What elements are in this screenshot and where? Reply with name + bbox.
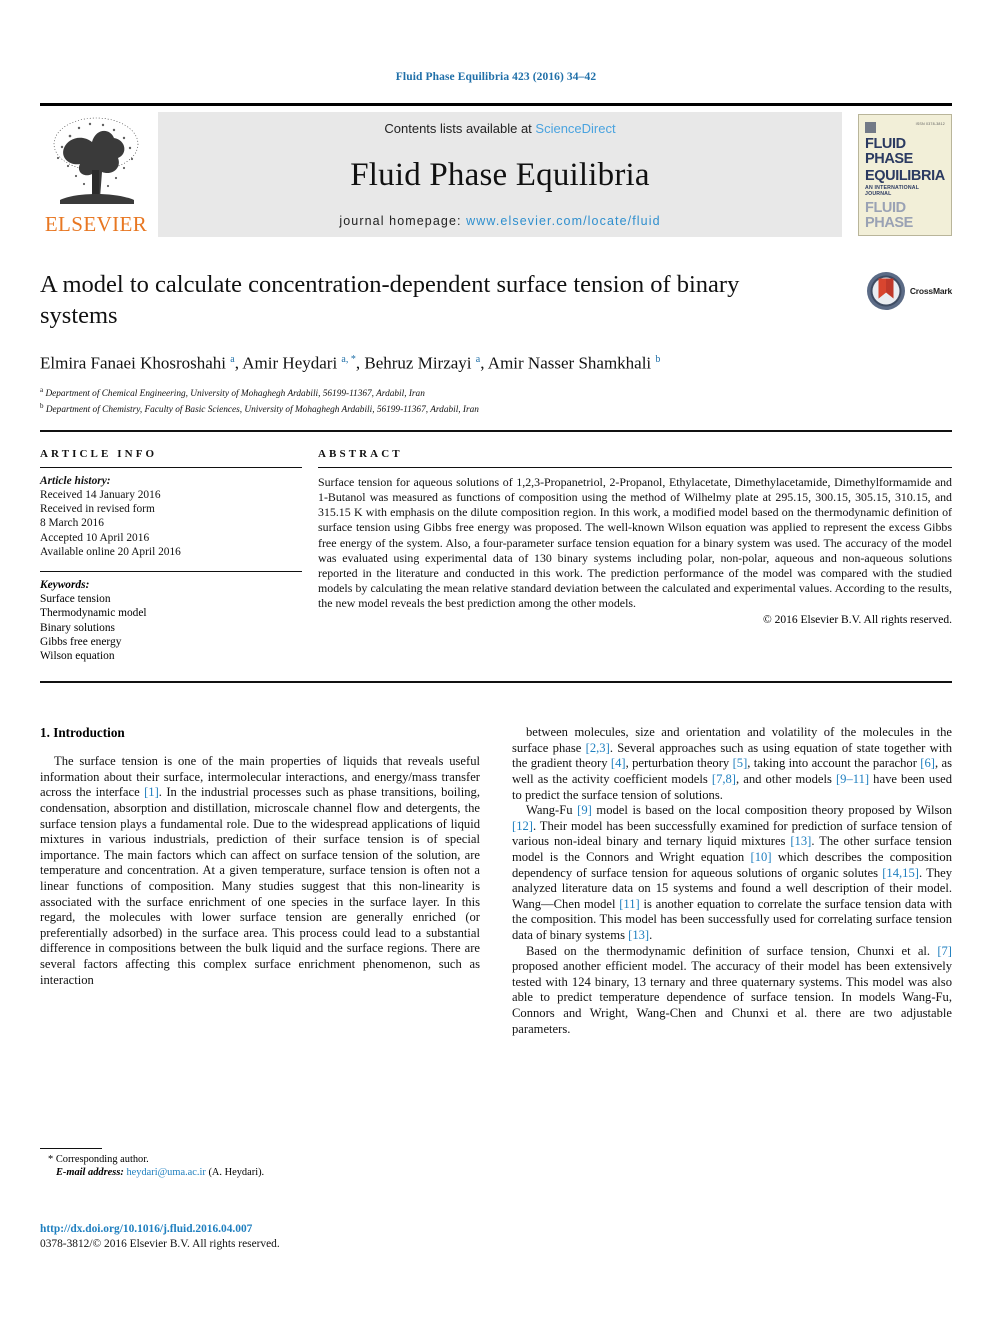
crossmark-label: CrossMark xyxy=(909,286,952,296)
keyword-1: Thermodynamic model xyxy=(40,607,147,620)
crossmark-badge[interactable]: CrossMark xyxy=(866,271,952,311)
cover-title-line1: FLUID PHASE xyxy=(865,135,913,167)
affiliation-mark-b: b xyxy=(40,401,44,410)
history-line-4: Available online 20 April 2016 xyxy=(40,545,181,558)
intro-paragraph-1-cont: between molecules, size and orientation … xyxy=(512,725,953,802)
elsevier-logo: ELSEVIER xyxy=(40,112,158,237)
body-column-right: between molecules, size and orientation … xyxy=(512,725,952,1037)
footer-doi-block: http://dx.doi.org/10.1016/j.fluid.2016.0… xyxy=(40,1222,280,1252)
article-history-header: Article history: xyxy=(40,474,111,487)
homepage-prefix: journal homepage: xyxy=(339,214,467,228)
cover-title-line2: EQUILIBRIA xyxy=(865,167,945,184)
section-heading-introduction: 1. Introduction xyxy=(40,725,125,741)
article-info-column: ARTICLE INFO Article history: Received 1… xyxy=(40,448,312,663)
abstract-text: Surface tension for aqueous solutions of… xyxy=(318,474,952,611)
keyword-3: Gibbs free energy xyxy=(40,635,122,648)
masthead-center: Contents lists available at ScienceDirec… xyxy=(158,112,842,237)
corresponding-marker: * xyxy=(48,1154,54,1165)
doi-link[interactable]: http://dx.doi.org/10.1016/j.fluid.2016.0… xyxy=(40,1222,280,1237)
body-column-left: 1. Introduction The surface tension is o… xyxy=(40,725,480,1037)
article-history-block: Article history: Received 14 January 201… xyxy=(40,468,302,559)
keyword-4: Wilson equation xyxy=(40,650,115,663)
abstract-label: ABSTRACT xyxy=(318,447,403,460)
title-divider xyxy=(40,429,952,432)
intro-paragraph-2: Wang-Fu [9] model is based on the local … xyxy=(512,803,953,942)
cover-ghost-line1: FLUID PHASE xyxy=(865,199,913,231)
journal-title: Fluid Phase Equilibria xyxy=(350,156,650,193)
affiliation-b-text: Department of Chemistry, Faculty of Basi… xyxy=(45,404,479,415)
contents-prefix: Contents lists available at xyxy=(384,121,536,136)
history-line-2: 8 March 2016 xyxy=(40,517,104,530)
history-line-0: Received 14 January 2016 xyxy=(40,489,161,502)
corresponding-author-line: * Corresponding author. xyxy=(40,1153,482,1166)
keyword-2: Binary solutions xyxy=(40,621,115,634)
journal-homepage-line: journal homepage: www.elsevier.com/locat… xyxy=(339,214,660,228)
email-link[interactable]: heydari@uma.ac.ir xyxy=(126,1167,205,1178)
cover-ghost-line2: EQUILIBRIA xyxy=(865,234,945,235)
crossmark-icon xyxy=(866,272,905,310)
cover-issn: ISSN 0378-3812 xyxy=(915,121,945,126)
affiliation-a-text: Department of Chemical Engineering, Univ… xyxy=(45,388,425,399)
affiliation-mark-a: a xyxy=(40,385,44,394)
history-line-1: Received in revised form xyxy=(40,503,155,516)
intro-paragraph-1: The surface tension is one of the main p… xyxy=(40,754,480,987)
article-info-label: ARTICLE INFO xyxy=(40,447,158,460)
history-line-3: Accepted 10 April 2016 xyxy=(40,531,150,544)
author-list: Elmira Fanaei Khosroshahi a, Amir Heydar… xyxy=(40,353,661,373)
cover-top-row: ISSN 0378-3812 xyxy=(865,121,945,135)
abstract-copyright: © 2016 Elsevier B.V. All rights reserved… xyxy=(763,613,952,626)
page-title: A model to calculate concentration-depen… xyxy=(40,271,740,329)
email-label: E-mail address: xyxy=(56,1167,124,1178)
info-abstract-block: ARTICLE INFO Article history: Received 1… xyxy=(40,448,952,663)
journal-cover-block: ISSN 0378-3812 FLUID PHASE EQUILIBRIA AN… xyxy=(842,112,952,237)
body-columns: 1. Introduction The surface tension is o… xyxy=(40,725,952,1037)
intro-paragraph-3: Based on the thermodynamic definition of… xyxy=(512,943,952,1036)
corresponding-author-footnote: * Corresponding author. E-mail address: … xyxy=(40,1148,482,1179)
article-page: Fluid Phase Equilibria 423 (2016) 34–42 xyxy=(0,0,992,1323)
corresponding-text: Corresponding author. xyxy=(55,1154,149,1165)
issn-copyright: 0378-3812/© 2016 Elsevier B.V. All right… xyxy=(40,1238,280,1250)
keywords-block: Keywords: Surface tension Thermodynamic … xyxy=(40,572,302,663)
affiliation-a: a Department of Chemical Engineering, Un… xyxy=(40,384,952,400)
journal-masthead: ELSEVIER Contents lists available at Sci… xyxy=(40,103,952,237)
elsevier-wordmark: ELSEVIER xyxy=(44,212,148,236)
affiliation-list: a Department of Chemical Engineering, Un… xyxy=(40,384,952,416)
keyword-0: Surface tension xyxy=(40,593,111,606)
abstract-column: ABSTRACT Surface tension for aqueous sol… xyxy=(312,448,952,663)
abstract-bottom-divider xyxy=(40,681,952,684)
email-suffix: (A. Heydari). xyxy=(208,1167,265,1178)
keywords-header: Keywords: xyxy=(40,579,90,592)
journal-cover-thumbnail[interactable]: ISSN 0378-3812 FLUID PHASE EQUILIBRIA AN… xyxy=(858,113,952,236)
affiliation-b: b Department of Chemistry, Faculty of Ba… xyxy=(40,400,952,416)
cover-elsevier-mark-icon xyxy=(865,121,876,133)
cover-subtitle: AN INTERNATIONAL JOURNAL xyxy=(865,184,920,197)
title-area: A model to calculate concentration-depen… xyxy=(40,269,952,432)
running-head: Fluid Phase Equilibria 423 (2016) 34–42 xyxy=(395,71,597,83)
journal-homepage-link[interactable]: www.elsevier.com/locate/fluid xyxy=(466,214,660,228)
elsevier-tree-icon xyxy=(53,117,139,204)
contents-available-line: Contents lists available at ScienceDirec… xyxy=(384,121,615,136)
sciencedirect-link[interactable]: ScienceDirect xyxy=(535,121,615,136)
footnote-divider xyxy=(40,1148,102,1149)
email-line: E-mail address: heydari@uma.ac.ir (A. He… xyxy=(40,1166,482,1179)
